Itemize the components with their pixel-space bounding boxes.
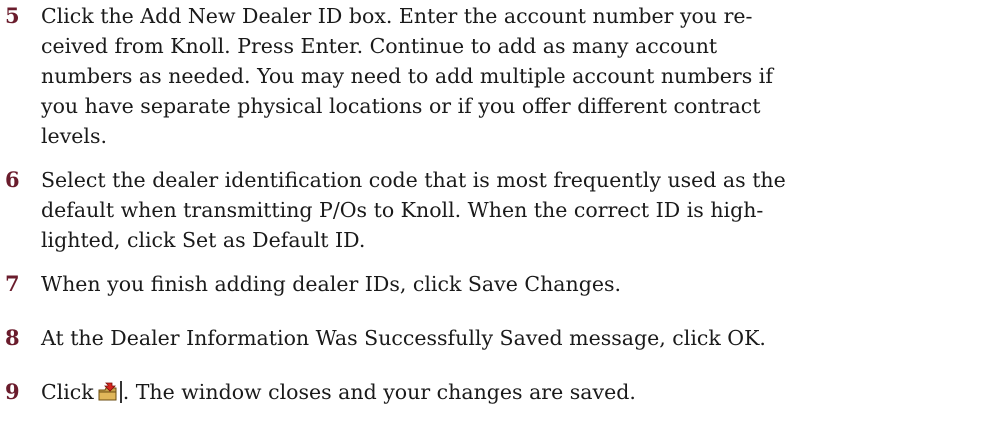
step-text: Click . The window closes and your chang… bbox=[41, 377, 986, 407]
step-text-after-icon: . The window closes and your changes are… bbox=[122, 380, 636, 404]
step-text: At the Dealer Information Was Successful… bbox=[41, 323, 986, 353]
step-text-line: lighted, click Set as Default ID. bbox=[41, 228, 366, 252]
step-number: 5 bbox=[5, 3, 20, 28]
step-text-line: ceived from Knoll. Press Enter. Continue… bbox=[41, 34, 718, 58]
instruction-steps: 5 Click the Add New Dealer ID box. Enter… bbox=[0, 0, 994, 444]
step-number: 8 bbox=[5, 325, 20, 350]
step-text-line: numbers as needed. You may need to add m… bbox=[41, 64, 773, 88]
step-number: 7 bbox=[5, 271, 20, 296]
step-number: 6 bbox=[5, 167, 20, 192]
step-text-before-icon: Click bbox=[41, 380, 94, 404]
step-text-line: levels. bbox=[41, 124, 107, 148]
step-text-line: Select the dealer identification code th… bbox=[41, 168, 786, 192]
step-text: Click the Add New Dealer ID box. Enter t… bbox=[41, 1, 986, 151]
step-text: When you finish adding dealer IDs, click… bbox=[41, 269, 986, 299]
step-text-line: Click the Add New Dealer ID box. Enter t… bbox=[41, 4, 753, 28]
step-text-line: At the Dealer Information Was Successful… bbox=[41, 326, 766, 350]
step-text-line: When you finish adding dealer IDs, click… bbox=[41, 272, 621, 296]
step-text-line: Click . The window closes and your chang… bbox=[41, 377, 986, 407]
step-text-line: default when transmitting P/Os to Knoll.… bbox=[41, 198, 764, 222]
step-number: 9 bbox=[5, 379, 20, 404]
step-text: Select the dealer identification code th… bbox=[41, 165, 986, 255]
step-text-line: you have separate physical locations or … bbox=[41, 94, 761, 118]
close-window-icon bbox=[97, 382, 119, 402]
icon-separator bbox=[119, 381, 122, 403]
